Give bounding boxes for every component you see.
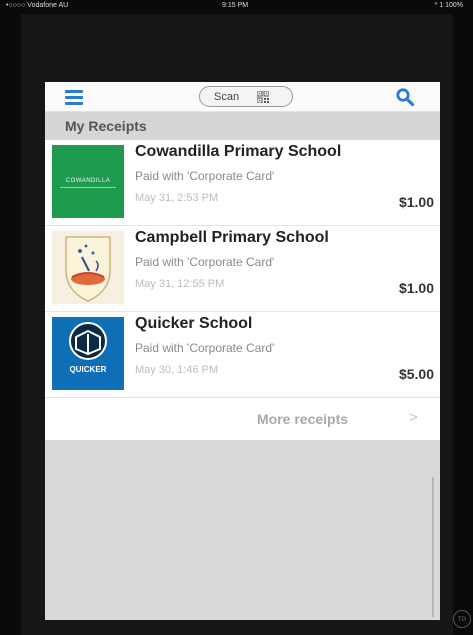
top-navbar: Scan <box>45 82 440 112</box>
hamburger-menu-icon[interactable] <box>65 90 83 105</box>
school-name: Campbell Primary School <box>135 229 329 246</box>
receipt-amount: $1.00 <box>398 280 434 296</box>
scan-button[interactable]: Scan <box>199 86 293 107</box>
scrollbar[interactable] <box>432 477 434 617</box>
scan-button-label: Scan <box>214 91 240 103</box>
school-logo: QUICKER <box>52 317 124 390</box>
more-receipts-link[interactable]: More receipts > <box>45 398 440 440</box>
section-header: My Receipts <box>45 112 440 140</box>
receipt-date: May 31, 2:53 PM <box>135 192 219 204</box>
qr-code-icon <box>257 91 269 103</box>
receipt-amount: $5.00 <box>398 366 434 382</box>
receipt-row-cowandilla[interactable]: COWANDILLA Cowandilla Primary School Pai… <box>45 140 440 226</box>
chevron-right-icon: > <box>409 409 418 426</box>
clock-label: 9:15 PM <box>222 2 249 9</box>
battery-indicator: * 1 100% <box>434 2 463 9</box>
payment-method: Paid with 'Corporate Card' <box>135 169 275 183</box>
app-screen: Scan My Receipts COWANDILLA Cowandilla P… <box>45 82 440 620</box>
logo-wordmark: QUICKER <box>69 365 107 374</box>
more-receipts-label: More receipts <box>257 411 349 427</box>
book-badge-icon <box>69 322 107 360</box>
payment-method: Paid with 'Corporate Card' <box>135 341 275 355</box>
school-crest-logo <box>52 231 124 304</box>
carrier-label: •○○○○ Vodafone AU <box>6 2 69 9</box>
receipt-date: May 30, 1:46 PM <box>135 364 219 376</box>
section-title: My Receipts <box>65 118 147 134</box>
school-name: Cowandilla Primary School <box>135 143 342 160</box>
search-icon[interactable] <box>395 87 415 107</box>
receipt-row-campbell[interactable]: Campbell Primary School Paid with 'Corpo… <box>45 226 440 312</box>
crest-icon <box>65 236 111 302</box>
receipt-amount: $1.00 <box>398 194 434 210</box>
school-logo: COWANDILLA <box>52 145 124 218</box>
receipt-list: COWANDILLA Cowandilla Primary School Pai… <box>45 140 440 440</box>
payment-method: Paid with 'Corporate Card' <box>135 255 275 269</box>
receipt-date: May 31, 12:55 PM <box>135 278 225 290</box>
school-name: Quicker School <box>135 315 253 332</box>
device-status-bar: •○○○○ Vodafone AU 9:15 PM * 1 100% <box>0 0 473 14</box>
logo-wordmark: COWANDILLA <box>65 178 111 184</box>
receipt-row-quicker[interactable]: QUICKER Quicker School Paid with 'Corpor… <box>45 312 440 398</box>
corner-badge: TG <box>453 610 471 628</box>
